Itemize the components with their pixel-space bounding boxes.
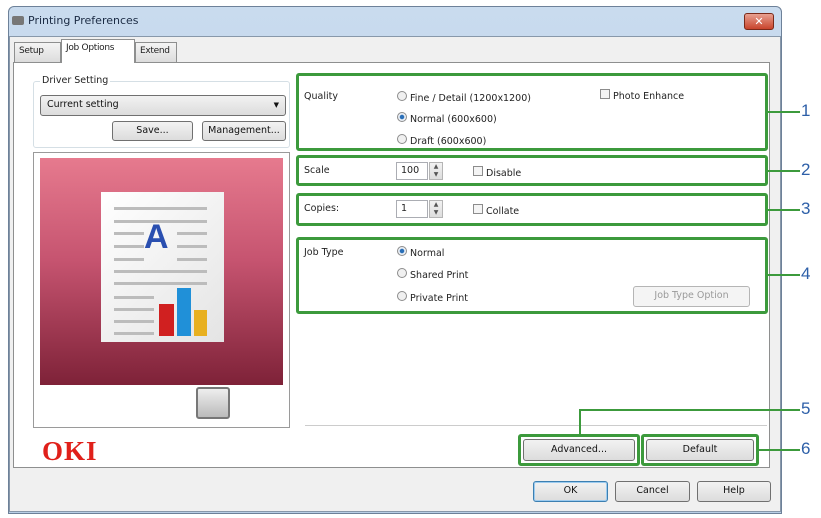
callout-line-2 — [768, 170, 800, 172]
divider — [305, 425, 767, 426]
callout-1: 1 — [801, 101, 811, 120]
callout-3: 3 — [801, 199, 811, 218]
window-title: Printing Preferences — [28, 14, 139, 27]
callout-line-3 — [768, 209, 800, 211]
copies-label: Copies: — [304, 203, 340, 214]
callout-6: 6 — [801, 439, 811, 458]
driver-setting-value: Current setting — [47, 99, 119, 110]
callout-4: 4 — [801, 264, 811, 283]
callout-line-6 — [759, 449, 800, 451]
help-button[interactable]: Help — [697, 481, 771, 502]
job-type-normal-radio[interactable]: Normal — [397, 246, 444, 259]
quality-fine-radio[interactable]: Fine / Detail (1200x1200) — [397, 91, 531, 104]
oki-logo: OKI — [42, 436, 98, 466]
scale-section — [296, 155, 768, 186]
chevron-down-icon: ▼ — [273, 101, 279, 109]
disable-checkbox[interactable]: Disable — [473, 166, 521, 179]
cancel-button[interactable]: Cancel — [615, 481, 690, 502]
driver-setting-label: Driver Setting — [40, 75, 111, 86]
printer-icon — [12, 16, 24, 25]
copies-section — [296, 193, 768, 226]
quality-draft-radio[interactable]: Draft (600x600) — [397, 134, 486, 147]
printer-preview-icon[interactable] — [196, 387, 230, 419]
scale-input[interactable]: 100 — [396, 162, 428, 180]
callout-line-1 — [768, 111, 800, 113]
callout-2: 2 — [801, 160, 811, 179]
job-type-private-radio[interactable]: Private Print — [397, 291, 468, 304]
scale-label: Scale — [304, 165, 330, 176]
collate-checkbox[interactable]: Collate — [473, 204, 519, 217]
copies-stepper[interactable]: ▲ ▼ — [429, 200, 443, 218]
management-button[interactable]: Management... — [202, 121, 286, 141]
close-icon[interactable]: ✕ — [744, 13, 774, 30]
copies-input[interactable]: 1 — [396, 200, 428, 218]
callout-line-4 — [768, 274, 800, 276]
photo-enhance-checkbox[interactable]: Photo Enhance — [600, 89, 684, 102]
quality-normal-radio[interactable]: Normal (600x600) — [397, 112, 497, 125]
tab-job-options[interactable]: Job Options — [61, 39, 135, 63]
quality-label: Quality — [304, 91, 338, 102]
job-type-label: Job Type — [304, 247, 344, 258]
ok-button[interactable]: OK — [533, 481, 608, 502]
callout-5: 5 — [801, 399, 811, 418]
job-type-option-button[interactable]: Job Type Option — [633, 286, 750, 307]
default-button[interactable]: Default — [646, 439, 754, 461]
quality-section — [296, 73, 768, 151]
callout-line-5 — [579, 409, 800, 411]
document-preview-icon: A — [101, 192, 224, 342]
advanced-button[interactable]: Advanced... — [523, 439, 635, 461]
tab-setup[interactable]: Setup — [14, 42, 61, 62]
scale-stepper[interactable]: ▲ ▼ — [429, 162, 443, 180]
save-button[interactable]: Save... — [112, 121, 193, 141]
driver-setting-dropdown[interactable]: Current setting ▼ — [40, 95, 286, 116]
job-type-shared-radio[interactable]: Shared Print — [397, 268, 468, 281]
tab-extend[interactable]: Extend — [135, 42, 177, 62]
callout-line-5-vertical — [579, 409, 581, 435]
